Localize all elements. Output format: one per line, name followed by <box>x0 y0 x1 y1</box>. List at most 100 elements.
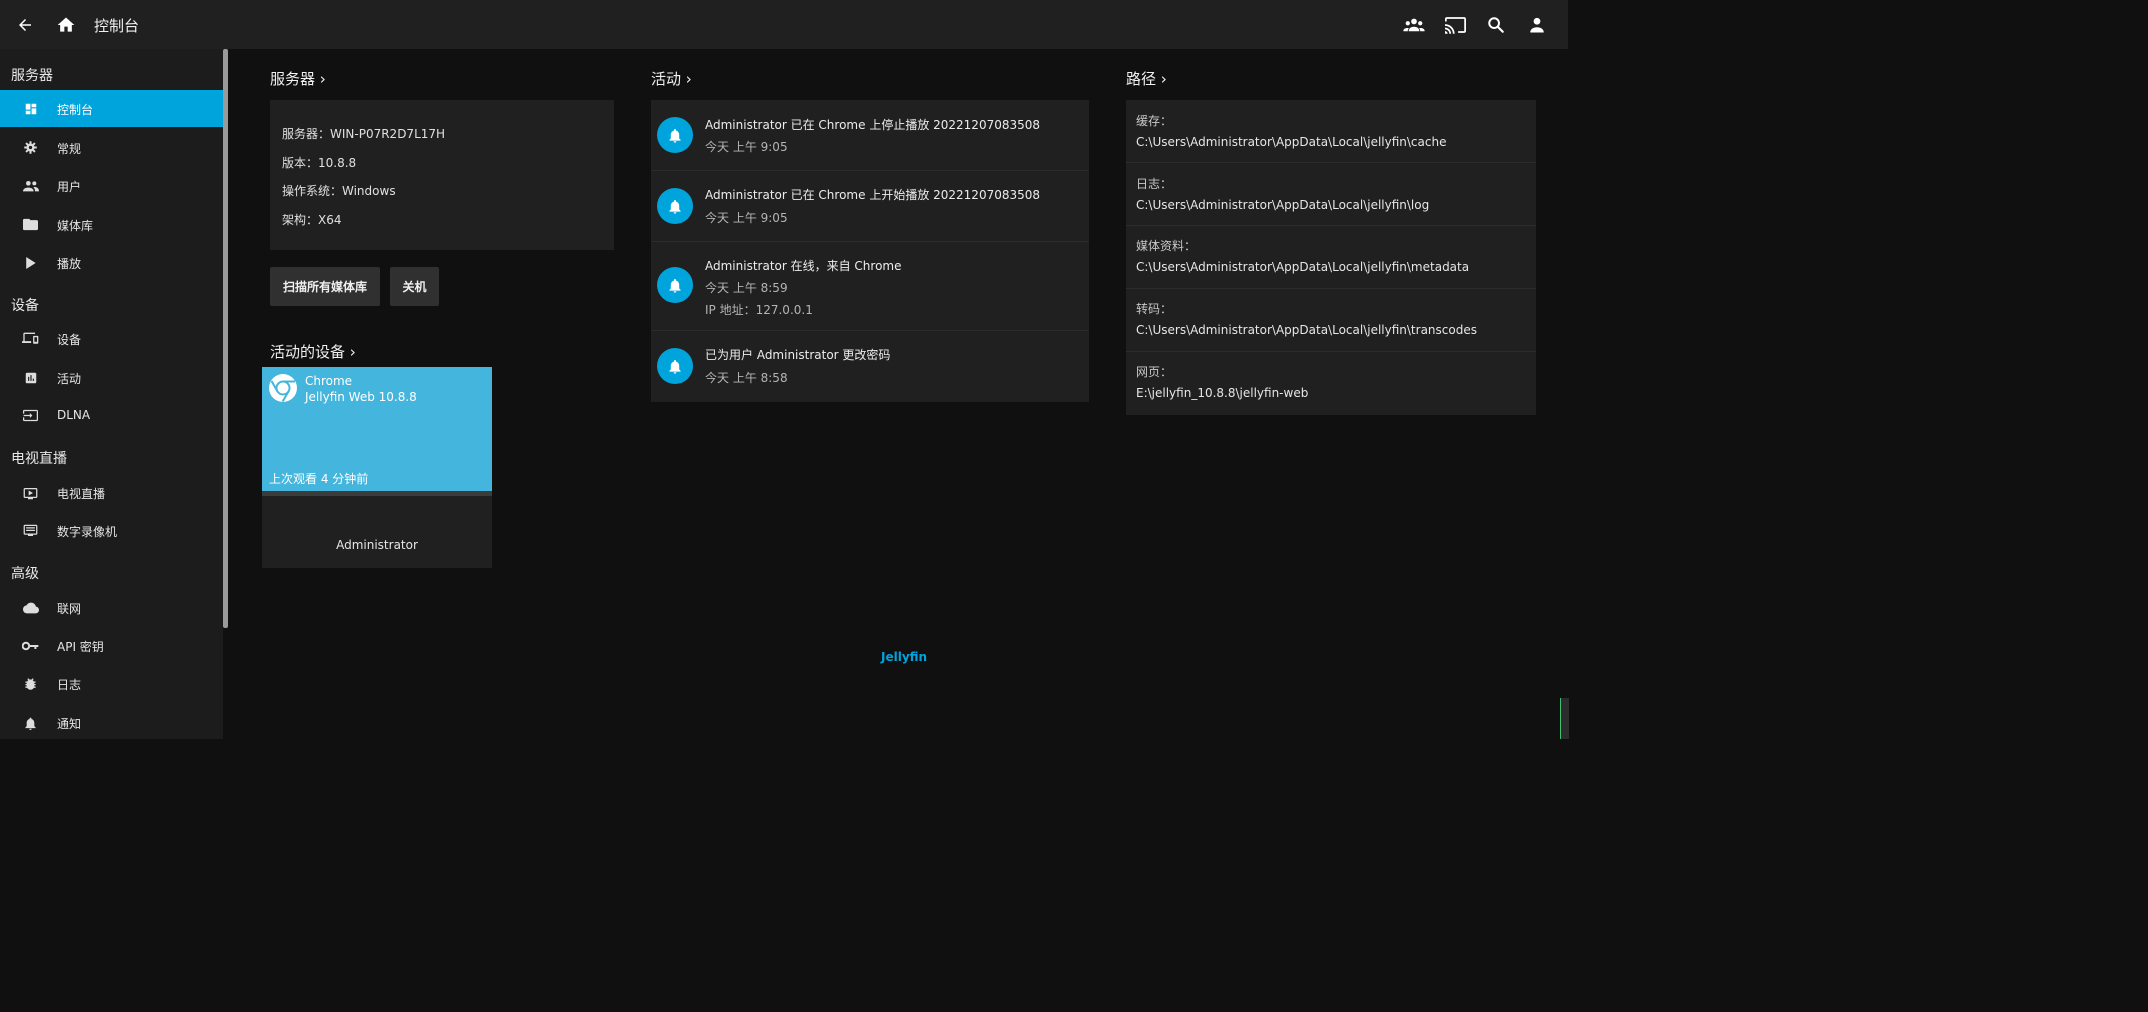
path-label: 转码： <box>1136 302 1173 316</box>
cast-icon[interactable] <box>1443 13 1467 37</box>
bell-icon <box>22 714 39 731</box>
sidebar-section-livetv: 电视直播 <box>11 451 67 467</box>
server-version: 版本：10.8.8 <box>282 156 357 170</box>
activity-list: Administrator 已在 Chrome 上停止播放 2022120708… <box>651 100 1089 402</box>
path-label: 日志： <box>1136 177 1173 191</box>
activity-section-title[interactable]: 活动 › <box>651 68 692 89</box>
users-icon <box>22 177 39 194</box>
sidebar-item-label: 数字录像机 <box>57 525 118 539</box>
activity-text: Administrator 已在 Chrome 上开始播放 2022120708… <box>705 188 1041 202</box>
sidebar-item-dvr[interactable]: 数字录像机 <box>0 512 223 549</box>
back-arrow-icon[interactable] <box>13 13 37 37</box>
path-label: 网页： <box>1136 365 1173 379</box>
dvr-icon <box>22 522 39 539</box>
scan-libraries-button[interactable]: 扫描所有媒体库 <box>270 267 380 306</box>
cloud-icon <box>22 599 39 616</box>
sidebar-item-label: 活动 <box>57 372 82 386</box>
sidebar-section-devices: 设备 <box>11 298 39 314</box>
sidebar-item-dlna[interactable]: DLNA <box>0 397 223 434</box>
tv-play-icon <box>22 484 39 501</box>
sidebar-item-networking[interactable]: 联网 <box>0 589 223 626</box>
sidebar-item-devices[interactable]: 设备 <box>0 320 223 357</box>
sidebar-item-label: 控制台 <box>57 103 94 117</box>
chrome-icon <box>268 373 298 403</box>
sidebar-item-logs[interactable]: 日志 <box>0 665 223 702</box>
search-icon[interactable] <box>1484 13 1508 37</box>
user-icon[interactable] <box>1525 13 1549 37</box>
sidebar-item-libraries[interactable]: 媒体库 <box>0 206 223 243</box>
sidebar-item-playback[interactable]: 播放 <box>0 244 223 281</box>
server-section-title[interactable]: 服务器 › <box>270 68 326 89</box>
sidebar-item-label: 播放 <box>57 257 82 271</box>
sidebar-item-notifications[interactable]: 通知 <box>0 704 223 741</box>
sidebar-item-users[interactable]: 用户 <box>0 167 223 204</box>
sidebar-item-label: 常规 <box>57 142 82 156</box>
bug-icon <box>22 675 39 692</box>
sidebar-item-label: DLNA <box>57 408 91 422</box>
chart-icon <box>22 369 39 386</box>
sidebar-item-general[interactable]: 常规 <box>0 129 223 166</box>
activity-item[interactable]: Administrator 已在 Chrome 上停止播放 2022120708… <box>651 100 1089 171</box>
device-app-name: Chrome <box>305 374 353 388</box>
path-value: C:\Users\Administrator\AppData\Local\jel… <box>1136 135 1447 149</box>
page-corner-edge <box>1560 698 1569 739</box>
path-item-transcodes: 转码： C:\Users\Administrator\AppData\Local… <box>1126 289 1536 352</box>
sidebar-item-api-keys[interactable]: API 密钥 <box>0 627 223 664</box>
sidebar-scrollbar[interactable] <box>223 49 228 628</box>
sidebar-item-label: 日志 <box>57 678 82 692</box>
activity-item[interactable]: Administrator 在线，来自 Chrome 今天 上午 8:59 IP… <box>651 242 1089 331</box>
activity-text: 已为用户 Administrator 更改密码 <box>705 348 891 362</box>
path-value: C:\Users\Administrator\AppData\Local\jel… <box>1136 198 1430 212</box>
device-card[interactable]: Chrome Jellyfin Web 10.8.8 上次观看 4 分钟前 Ad… <box>262 367 492 568</box>
sidebar-item-label: 设备 <box>57 333 82 347</box>
device-client-version: Jellyfin Web 10.8.8 <box>305 390 417 404</box>
sidebar-section-advanced: 高级 <box>11 566 39 582</box>
activity-text: Administrator 已在 Chrome 上停止播放 2022120708… <box>705 118 1041 132</box>
bell-icon <box>657 188 693 224</box>
sidebar-item-label: API 密钥 <box>57 640 104 654</box>
sidebar-item-dashboard[interactable]: 控制台 <box>0 90 223 127</box>
shutdown-button[interactable]: 关机 <box>390 267 439 306</box>
dashboard-icon <box>22 100 39 117</box>
sidebar-item-label: 媒体库 <box>57 219 94 233</box>
path-item-web: 网页： E:\jellyfin_10.8.8\jellyfin-web <box>1126 352 1536 414</box>
users-icon[interactable] <box>1402 13 1426 37</box>
sidebar-item-livetv[interactable]: 电视直播 <box>0 474 223 511</box>
active-devices-title[interactable]: 活动的设备 › <box>270 341 356 362</box>
sidebar-item-activity[interactable]: 活动 <box>0 359 223 396</box>
activity-time: 今天 上午 9:05 <box>705 211 788 225</box>
path-value: E:\jellyfin_10.8.8\jellyfin-web <box>1136 386 1309 400</box>
activity-time: 今天 上午 9:05 <box>705 140 788 154</box>
jellyfin-footer-link[interactable]: Jellyfin <box>881 650 927 664</box>
server-os: 操作系统：Windows <box>282 184 396 198</box>
device-card-header: Chrome Jellyfin Web 10.8.8 上次观看 4 分钟前 <box>262 367 492 491</box>
path-item-log: 日志： C:\Users\Administrator\AppData\Local… <box>1126 163 1536 226</box>
paths-list: 缓存： C:\Users\Administrator\AppData\Local… <box>1126 100 1536 415</box>
sidebar-section-server: 服务器 <box>11 68 53 84</box>
home-icon[interactable] <box>54 13 78 37</box>
device-last-seen: 上次观看 4 分钟前 <box>269 472 369 486</box>
page-title: 控制台 <box>94 17 140 35</box>
sidebar-item-label: 用户 <box>57 180 82 194</box>
bell-icon <box>657 267 693 303</box>
gear-icon <box>22 139 39 156</box>
server-arch: 架构：X64 <box>282 213 342 227</box>
key-icon <box>22 637 39 654</box>
server-info-card: 服务器：WIN-P07R2D7L17H 版本：10.8.8 操作系统：Windo… <box>270 100 614 250</box>
path-item-metadata: 媒体资料： C:\Users\Administrator\AppData\Loc… <box>1126 226 1536 289</box>
folder-icon <box>22 216 39 233</box>
app-header: 控制台 <box>0 0 1568 49</box>
activity-text: Administrator 在线，来自 Chrome <box>705 259 902 273</box>
sidebar-item-label: 电视直播 <box>57 487 106 501</box>
path-item-cache: 缓存： C:\Users\Administrator\AppData\Local… <box>1126 100 1536 163</box>
server-name: 服务器：WIN-P07R2D7L17H <box>282 127 446 141</box>
devices-icon <box>22 330 39 347</box>
activity-item[interactable]: Administrator 已在 Chrome 上开始播放 2022120708… <box>651 171 1089 242</box>
activity-item[interactable]: 已为用户 Administrator 更改密码 今天 上午 8:58 <box>651 331 1089 401</box>
sidebar-item-label: 联网 <box>57 602 82 616</box>
path-value: C:\Users\Administrator\AppData\Local\jel… <box>1136 323 1477 337</box>
paths-section-title[interactable]: 路径 › <box>1126 68 1167 89</box>
path-label: 媒体资料： <box>1136 239 1197 253</box>
path-label: 缓存： <box>1136 114 1173 128</box>
input-icon <box>22 407 39 424</box>
